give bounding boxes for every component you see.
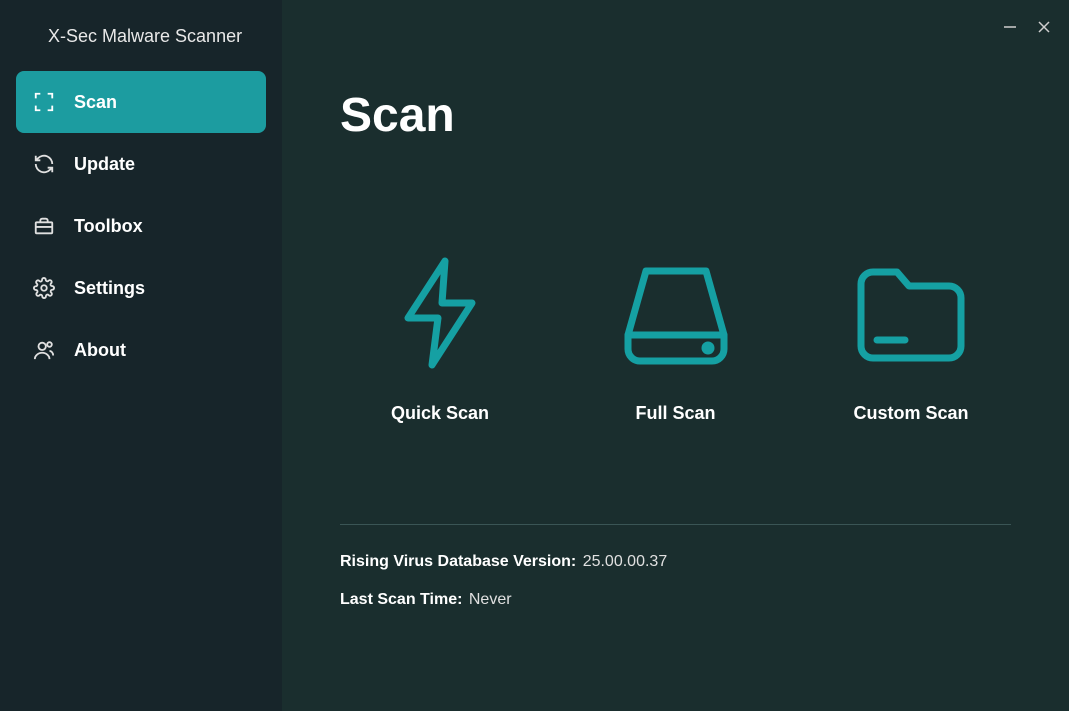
page-title: Scan	[340, 88, 1011, 143]
sidebar-item-about[interactable]: About	[16, 319, 266, 381]
sync-icon	[32, 152, 56, 176]
db-version-label: Rising Virus Database Version:	[340, 553, 576, 570]
drive-icon	[616, 253, 736, 373]
main-content: Scan Quick Scan Full Scan	[282, 0, 1069, 711]
divider	[340, 524, 1011, 525]
app-title: X-Sec Malware Scanner	[0, 18, 282, 71]
sidebar-item-label: Settings	[74, 278, 145, 299]
sidebar-item-label: Scan	[74, 92, 117, 113]
db-version-value: 25.00.00.37	[583, 553, 668, 570]
sidebar-item-toolbox[interactable]: Toolbox	[16, 195, 266, 257]
folder-icon	[851, 253, 971, 373]
info-block: Rising Virus Database Version: 25.00.00.…	[340, 553, 1011, 609]
full-scan-option[interactable]: Full Scan	[586, 253, 766, 424]
scan-option-label: Quick Scan	[391, 403, 489, 424]
scan-target-icon	[32, 90, 56, 114]
scan-option-label: Full Scan	[635, 403, 715, 424]
db-version-line: Rising Virus Database Version: 25.00.00.…	[340, 553, 1011, 571]
sidebar-item-label: Update	[74, 154, 135, 175]
custom-scan-option[interactable]: Custom Scan	[821, 253, 1001, 424]
quick-scan-option[interactable]: Quick Scan	[350, 253, 530, 424]
gear-icon	[32, 276, 56, 300]
sidebar-item-update[interactable]: Update	[16, 133, 266, 195]
window-controls	[1003, 20, 1051, 34]
toolbox-icon	[32, 214, 56, 238]
sidebar-item-settings[interactable]: Settings	[16, 257, 266, 319]
close-button[interactable]	[1037, 20, 1051, 34]
sidebar: X-Sec Malware Scanner Scan Update	[0, 0, 282, 711]
scan-options: Quick Scan Full Scan Custom Scan	[340, 253, 1011, 424]
last-scan-line: Last Scan Time: Never	[340, 591, 1011, 609]
last-scan-value: Never	[469, 591, 512, 608]
last-scan-label: Last Scan Time:	[340, 591, 462, 608]
person-icon	[32, 338, 56, 362]
sidebar-item-scan[interactable]: Scan	[16, 71, 266, 133]
scan-option-label: Custom Scan	[853, 403, 968, 424]
sidebar-item-label: About	[74, 340, 126, 361]
sidebar-item-label: Toolbox	[74, 216, 143, 237]
minimize-button[interactable]	[1003, 20, 1017, 34]
lightning-icon	[380, 253, 500, 373]
